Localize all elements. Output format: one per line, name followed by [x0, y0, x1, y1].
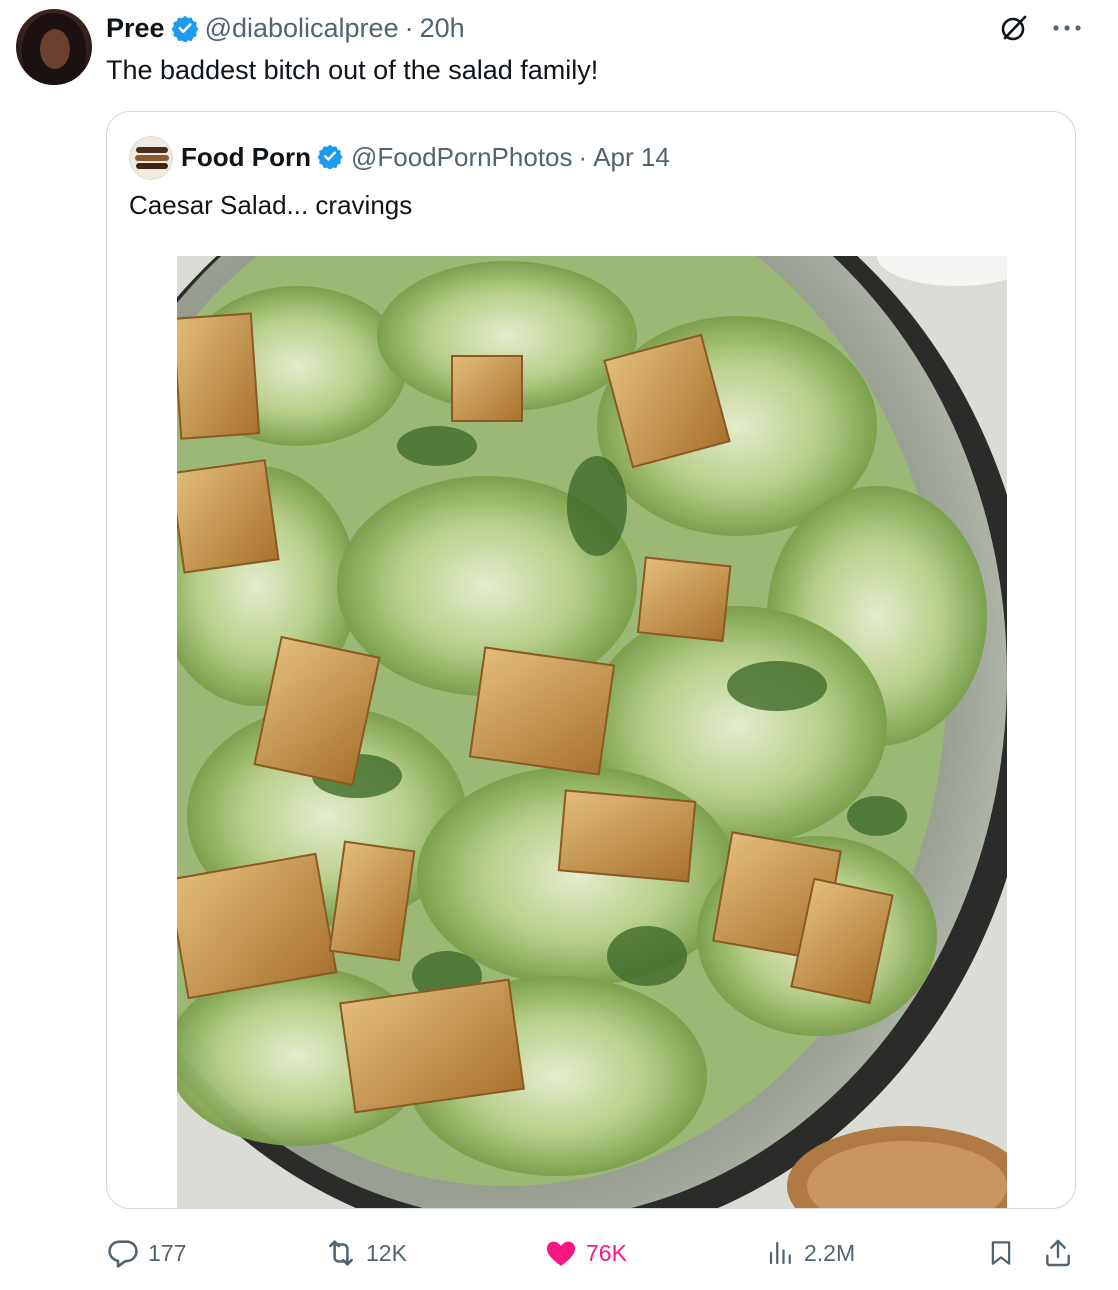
- quoted-verified-badge-icon: [317, 143, 345, 171]
- quoted-post-card[interactable]: Food Porn @FoodPornPhotos · Apr 14 Caesa…: [106, 111, 1076, 1209]
- share-button[interactable]: [1042, 1233, 1074, 1273]
- more-icon[interactable]: [1052, 23, 1082, 33]
- bookmark-button[interactable]: [986, 1233, 1016, 1273]
- grok-icon[interactable]: [998, 12, 1030, 44]
- quoted-author-avatar[interactable]: [129, 136, 173, 180]
- bookmark-icon: [986, 1236, 1016, 1270]
- views-button[interactable]: 2.2M: [766, 1233, 855, 1273]
- post-header: Pree @diabolicalpree · 20h: [106, 10, 465, 46]
- separator-dot: ·: [404, 12, 414, 43]
- post-action-bar: 177 12K 76K 2.2M: [106, 1233, 1076, 1273]
- avatar-burger-middle: [135, 155, 169, 161]
- avatar-burger-bottom: [136, 163, 168, 169]
- repost-icon: [324, 1236, 358, 1270]
- quoted-separator-dot: ·: [578, 141, 588, 172]
- post-timestamp[interactable]: 20h: [420, 13, 465, 44]
- author-display-name[interactable]: Pree: [106, 13, 165, 44]
- post-text: The baddest bitch out of the salad famil…: [106, 55, 599, 85]
- post-top-actions: [998, 12, 1082, 44]
- quoted-date[interactable]: Apr 14: [593, 142, 670, 173]
- heart-icon: [544, 1236, 578, 1270]
- reply-button[interactable]: 177: [106, 1233, 186, 1273]
- views-count: 2.2M: [804, 1239, 856, 1266]
- avatar-face: [40, 29, 70, 69]
- like-count: 76K: [586, 1239, 627, 1266]
- caesar-salad-photo[interactable]: [177, 256, 1007, 1208]
- quoted-post-header: Food Porn @FoodPornPhotos · Apr 14: [181, 140, 670, 174]
- author-handle[interactable]: @diabolicalpree: [205, 13, 399, 44]
- author-avatar[interactable]: [16, 9, 92, 85]
- like-button[interactable]: 76K: [544, 1233, 627, 1273]
- share-icon: [1042, 1236, 1074, 1270]
- repost-count: 12K: [366, 1239, 407, 1266]
- reply-count: 177: [148, 1239, 187, 1266]
- avatar-burger-top: [136, 147, 168, 153]
- reply-icon: [106, 1236, 140, 1270]
- quoted-display-name[interactable]: Food Porn: [181, 142, 311, 173]
- quoted-post-text: Caesar Salad... cravings: [129, 190, 413, 220]
- repost-button[interactable]: 12K: [324, 1233, 407, 1273]
- verified-badge-icon: [171, 14, 199, 42]
- views-icon: [766, 1236, 796, 1270]
- quoted-handle[interactable]: @FoodPornPhotos: [351, 142, 573, 173]
